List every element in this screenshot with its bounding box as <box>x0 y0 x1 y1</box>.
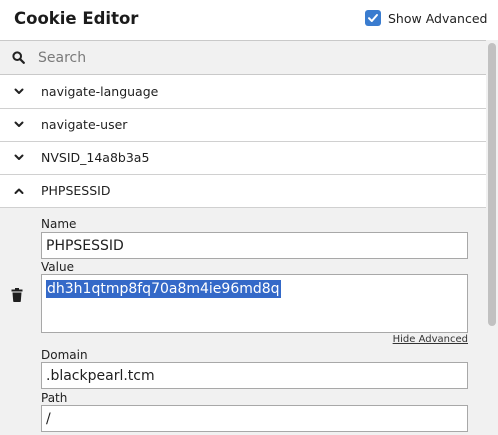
scrollbar[interactable] <box>486 40 498 435</box>
cookie-name: PHPSESSID <box>41 183 111 198</box>
scrollbar-thumb[interactable] <box>488 43 496 326</box>
search-icon <box>12 51 25 64</box>
cookie-name: navigate-user <box>41 117 128 132</box>
chevron-down-icon <box>14 88 24 94</box>
domain-value: .blackpearl.tcm <box>46 368 155 384</box>
domain-field[interactable]: .blackpearl.tcm <box>41 362 468 389</box>
domain-label: Domain <box>41 348 88 362</box>
app-title: Cookie Editor <box>14 9 139 28</box>
name-field[interactable]: PHPSESSID <box>41 232 468 259</box>
path-label: Path <box>41 391 68 405</box>
value-field[interactable]: dh3h1qtmp8fq70a8m4ie96md8q <box>41 274 468 333</box>
show-advanced-label[interactable]: Show Advanced <box>388 11 487 26</box>
cookie-list: navigate-language navigate-user NVSID_14… <box>0 40 498 435</box>
cookie-row[interactable]: navigate-user <box>0 109 486 142</box>
name-value: PHPSESSID <box>46 238 124 254</box>
show-advanced-checkbox[interactable] <box>365 10 381 26</box>
cookie-details-panel: Name PHPSESSID Value dh3h1qtmp8fq70a8m4i… <box>0 208 486 435</box>
name-label: Name <box>41 217 77 231</box>
trash-icon[interactable] <box>11 288 23 302</box>
header: Cookie Editor Show Advanced <box>0 0 498 40</box>
value-label: Value <box>41 260 74 274</box>
chevron-down-icon <box>14 154 24 160</box>
search-input[interactable] <box>38 48 468 68</box>
value-value: dh3h1qtmp8fq70a8m4ie96md8q <box>46 280 281 298</box>
checkmark-icon <box>368 14 378 22</box>
chevron-up-icon <box>14 188 24 194</box>
show-advanced-toggle[interactable]: Show Advanced <box>365 9 487 27</box>
search-bar <box>0 40 486 75</box>
chevron-down-icon <box>14 121 24 127</box>
cookie-row-expanded[interactable]: PHPSESSID <box>0 175 486 208</box>
cookie-name: navigate-language <box>41 84 159 99</box>
path-field[interactable]: / <box>41 405 468 432</box>
hide-advanced-link[interactable]: Hide Advanced <box>393 334 468 345</box>
cookie-row[interactable]: navigate-language <box>0 76 486 109</box>
cookie-name: NVSID_14a8b3a5 <box>41 150 150 165</box>
path-value: / <box>46 411 51 427</box>
cookie-row[interactable]: NVSID_14a8b3a5 <box>0 142 486 175</box>
